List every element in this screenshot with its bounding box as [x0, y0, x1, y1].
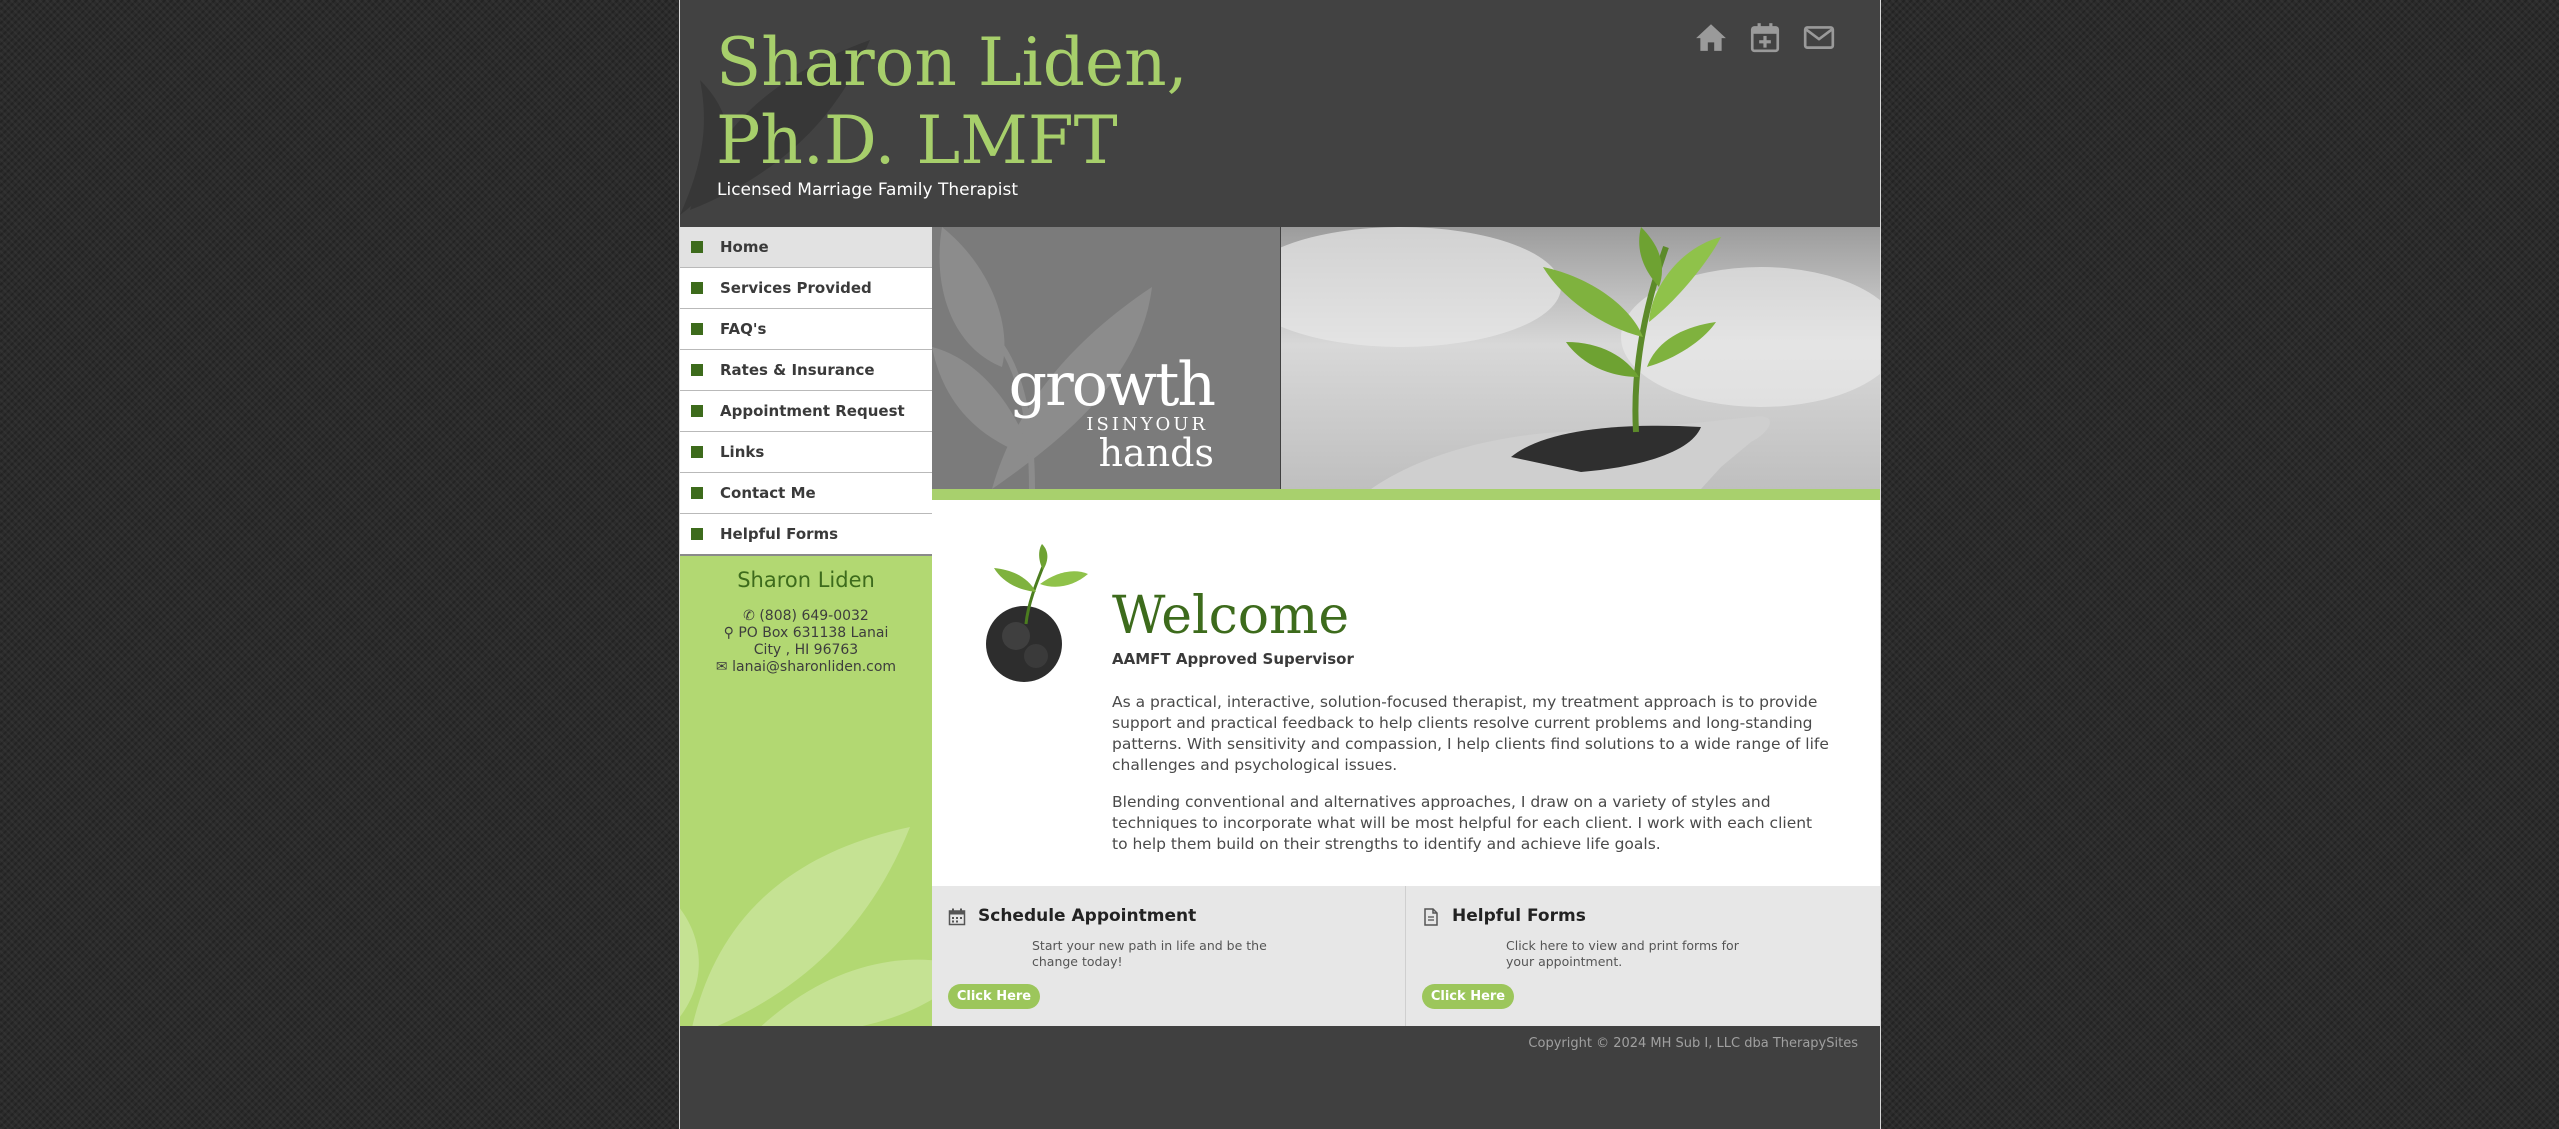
nav-item-links[interactable]: Links	[680, 432, 932, 473]
site-title-line1: Sharon Liden,	[716, 24, 1188, 101]
calendar-plus-icon[interactable]	[1748, 20, 1782, 54]
site-title-line2: Ph.D. LMFT	[716, 102, 1118, 179]
envelope-icon[interactable]	[1802, 20, 1836, 54]
intro-paragraph-2: Blending conventional and alternatives a…	[1112, 793, 1813, 853]
credential-subtitle: AAMFT Approved Supervisor	[1112, 650, 1354, 668]
schedule-appointment-description: Start your new path in life and be the c…	[1032, 938, 1267, 969]
envelope-small-icon: ✉	[715, 659, 728, 675]
contact-email-row[interactable]: ✉ lanai@sharonliden.com	[680, 659, 932, 676]
sprout-image	[986, 544, 1088, 682]
nav-item-appointment-request[interactable]: Appointment Request	[680, 391, 932, 432]
nav-item-label: FAQ's	[720, 320, 767, 338]
feature-panels: Schedule Appointment Start your new path…	[932, 886, 1880, 1026]
sidebar: Home Services Provided FAQ's Rates & Ins…	[680, 227, 932, 1026]
contact-email: lanai@sharonliden.com	[732, 659, 897, 675]
nav-bullet-icon	[691, 528, 703, 540]
nav-item-label: Home	[720, 238, 769, 256]
copyright-text[interactable]: Copyright © 2024 MH Sub I, LLC dba Thera…	[1528, 1036, 1858, 1051]
helpful-forms-description: Click here to view and print forms for y…	[1506, 938, 1739, 969]
contact-phone-row[interactable]: ✆ (808) 649-0032	[680, 608, 932, 625]
contact-phone: (808) 649-0032	[759, 608, 869, 624]
intro-paragraph-1: As a practical, interactive, solution-fo…	[1112, 693, 1829, 774]
schedule-appointment-button[interactable]: Click Here	[948, 984, 1040, 1009]
welcome-heading: Welcome	[1112, 586, 1350, 646]
schedule-appointment-panel: Schedule Appointment Start your new path…	[932, 886, 1406, 1026]
main-nav: Home Services Provided FAQ's Rates & Ins…	[680, 227, 932, 556]
main-content: Welcome AAMFT Approved Supervisor As a p…	[932, 500, 1880, 886]
banner-slogan: growth ISINYOUR hands	[1008, 350, 1216, 475]
banner-text-panel: growth ISINYOUR hands	[932, 227, 1280, 489]
banner-slogan-line3: hands	[1098, 431, 1214, 475]
sidebar-leaf-decoration	[680, 827, 932, 1026]
site-header: Sharon Liden, Ph.D. LMFT Licensed Marria…	[680, 0, 1880, 227]
site-title[interactable]: Sharon Liden, Ph.D. LMFT	[716, 24, 1188, 180]
header-icon-bar	[1694, 20, 1836, 54]
nav-bullet-icon	[691, 282, 703, 294]
nav-item-label: Appointment Request	[720, 402, 905, 420]
document-icon	[1424, 908, 1438, 926]
nav-item-label: Services Provided	[720, 279, 872, 297]
nav-item-faqs[interactable]: FAQ's	[680, 309, 932, 350]
contact-address-row: ⚲ PO Box 631138 Lanai City , HI 96763	[680, 625, 932, 659]
map-marker-icon: ⚲	[723, 625, 734, 641]
nav-item-label: Links	[720, 443, 765, 461]
contact-block: Sharon Liden ✆ (808) 649-0032 ⚲ PO Box 6…	[680, 556, 932, 676]
schedule-appointment-title: Schedule Appointment	[978, 906, 1197, 926]
helpful-forms-panel: Helpful Forms Click here to view and pri…	[1406, 886, 1879, 1026]
contact-address: PO Box 631138 Lanai City , HI 96763	[738, 625, 889, 658]
nav-bullet-icon	[691, 364, 703, 376]
site-tagline: Licensed Marriage Family Therapist	[717, 180, 1019, 200]
nav-item-contact-me[interactable]: Contact Me	[680, 473, 932, 514]
helpful-forms-button[interactable]: Click Here	[1422, 984, 1514, 1009]
nav-item-label: Contact Me	[720, 484, 816, 502]
nav-item-services-provided[interactable]: Services Provided	[680, 268, 932, 309]
nav-item-label: Helpful Forms	[720, 525, 839, 543]
calendar-icon	[948, 908, 966, 926]
nav-item-rates-insurance[interactable]: Rates & Insurance	[680, 350, 932, 391]
banner-slogan-line1: growth	[1008, 350, 1216, 420]
phone-icon: ✆	[743, 608, 755, 624]
nav-item-helpful-forms[interactable]: Helpful Forms	[680, 514, 932, 556]
home-icon[interactable]	[1694, 20, 1728, 54]
nav-bullet-icon	[691, 487, 703, 499]
contact-name: Sharon Liden	[737, 568, 875, 592]
nav-bullet-icon	[691, 405, 703, 417]
page-container: Sharon Liden, Ph.D. LMFT Licensed Marria…	[679, 0, 1881, 1129]
nav-bullet-icon	[691, 323, 703, 335]
helpful-forms-title: Helpful Forms	[1452, 906, 1586, 926]
nav-item-label: Rates & Insurance	[720, 361, 875, 379]
banner-accent-strip	[932, 489, 1880, 500]
nav-bullet-icon	[691, 241, 703, 253]
hero-banner: growth ISINYOUR hands	[932, 227, 1880, 489]
nav-item-home[interactable]: Home	[680, 227, 932, 268]
banner-photo	[1281, 227, 1880, 489]
nav-bullet-icon	[691, 446, 703, 458]
hands-plant-image	[1281, 227, 1880, 489]
